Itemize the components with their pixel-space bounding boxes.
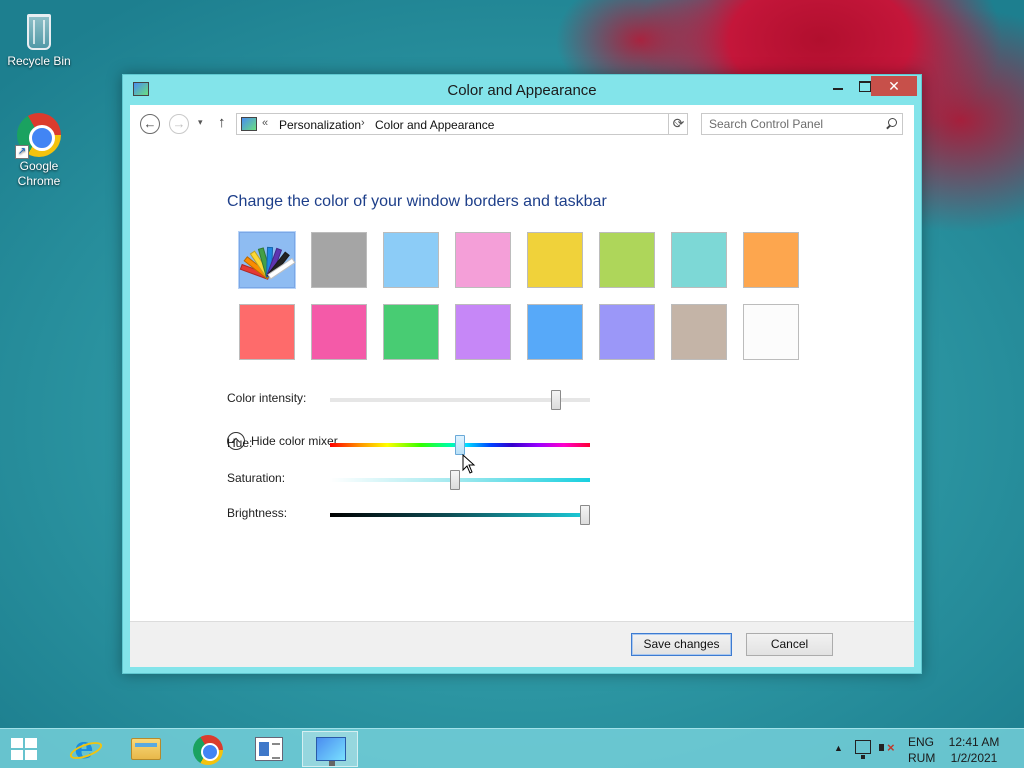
color-swatch-teal[interactable] [671,232,727,288]
minimize-button[interactable] [825,76,851,96]
taskbar-document-viewer[interactable] [241,731,297,767]
taskbar-control-panel[interactable] [302,731,358,767]
recent-locations-dropdown[interactable]: ▾ [198,117,203,128]
color-swatch-blue[interactable] [527,304,583,360]
color-intensity-slider[interactable] [330,390,590,410]
brightness-slider[interactable] [330,505,590,525]
refresh-button[interactable]: ⟳ [668,113,688,135]
title-bar[interactable]: Color and Appearance ✕ [123,75,921,105]
color-swatch-green[interactable] [383,304,439,360]
clock[interactable]: 12:41 AM 1/2/2021 [948,734,1000,766]
brightness-label: Brightness: [227,506,288,520]
mouse-cursor-icon [462,454,476,474]
search-box[interactable] [701,113,903,135]
color-swatches [238,231,809,362]
color-swatch-pink[interactable] [455,232,511,288]
search-input[interactable] [702,114,880,134]
forward-button[interactable]: → [169,114,189,134]
show-hidden-icons-button[interactable]: ▲ [834,743,843,753]
language-indicator[interactable]: ENG RUM [908,734,935,766]
search-icon[interactable] [886,118,897,128]
color-palette-icon [239,243,296,280]
clock-time: 12:41 AM [948,735,1000,749]
color-intensity-label: Color intensity: [227,391,307,405]
color-intensity-thumb[interactable] [551,390,562,410]
color-appearance-window: Color and Appearance ✕ ← → ▾ ↑ « Persona… [122,74,922,674]
color-swatch-magenta[interactable] [311,304,367,360]
color-swatch-white[interactable] [743,304,799,360]
volume-muted-icon[interactable] [879,740,895,756]
file-explorer-icon [131,738,161,760]
recycle-bin-icon [17,8,61,52]
hue-label: Hue: [227,436,253,450]
control-panel-icon [316,737,346,766]
up-button[interactable]: ↑ [218,114,226,131]
taskbar: e ▲ ENG RUM 12:41 AM 1/2/2021 [0,728,1024,768]
internet-explorer-icon: e [69,734,99,764]
color-swatch-sky[interactable] [383,232,439,288]
hue-thumb[interactable] [455,435,465,455]
taskbar-file-explorer[interactable] [117,731,173,767]
cancel-button[interactable]: Cancel [746,633,833,656]
hide-color-mixer-label[interactable]: Hide color mixer [251,434,338,448]
back-button[interactable]: ← [140,114,160,134]
language-bottom: RUM [908,751,936,765]
breadcrumb-color-appearance[interactable]: Color and Appearance [375,118,494,132]
page-heading: Change the color of your window borders … [227,193,607,210]
breadcrumb-personalization[interactable]: Personalization [279,118,361,132]
color-swatch-periwinkle[interactable] [599,304,655,360]
color-swatch-gray[interactable] [311,232,367,288]
clock-date: 1/2/2021 [950,751,998,765]
breadcrumb-overflow[interactable]: « [262,117,268,129]
color-swatch-yellow[interactable] [527,232,583,288]
saturation-slider[interactable] [330,470,590,490]
address-bar[interactable]: « Personalization › Color and Appearance… [236,113,688,135]
navigation-bar: ← → ▾ ↑ « Personalization › Color and Ap… [130,105,914,143]
close-button[interactable]: ✕ [871,76,917,96]
breadcrumb-separator[interactable]: › [361,117,365,129]
chrome-icon [193,735,223,765]
save-changes-button[interactable]: Save changes [631,633,732,656]
brightness-thumb[interactable] [579,505,590,525]
color-swatch-violet[interactable] [455,304,511,360]
taskbar-chrome[interactable] [180,731,236,767]
desktop-icon-label: Recycle Bin [7,54,71,68]
saturation-label: Saturation: [227,471,286,485]
document-viewer-icon [255,737,283,761]
desktop-icon-recycle-bin[interactable]: Recycle Bin [2,8,76,69]
dialog-footer: Save changes Cancel [130,621,914,667]
windows-logo-icon[interactable] [11,738,37,760]
color-swatch-orange[interactable] [743,232,799,288]
desktop-icon-google-chrome[interactable]: ↗ Google Chrome [2,113,76,189]
desktop-icon-label: Google Chrome [17,159,61,188]
color-swatch-red[interactable] [239,304,295,360]
color-swatch-taupe[interactable] [671,304,727,360]
saturation-thumb[interactable] [449,470,460,490]
taskbar-internet-explorer[interactable]: e [56,731,112,767]
hue-slider[interactable] [330,435,590,455]
window-client-area: ← → ▾ ↑ « Personalization › Color and Ap… [130,105,914,667]
language-top: ENG [908,735,935,749]
window-title: Color and Appearance [447,82,597,99]
network-icon[interactable] [855,740,871,759]
color-swatch-automatic[interactable] [238,231,296,289]
shortcut-arrow-icon: ↗ [15,145,29,159]
chrome-icon: ↗ [15,113,61,159]
color-swatch-lime[interactable] [599,232,655,288]
control-panel-icon [241,117,257,131]
